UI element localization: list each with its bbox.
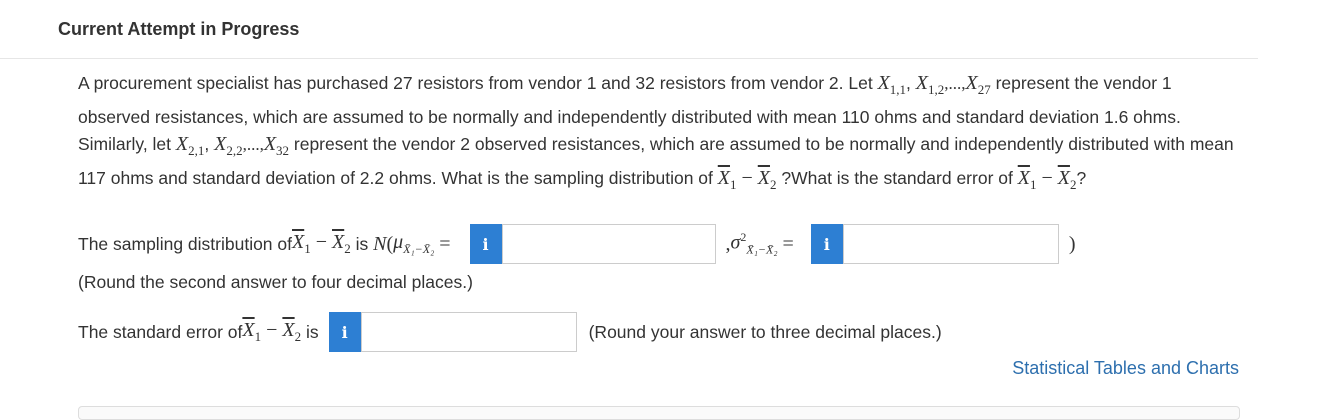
normal-symbol: N (373, 232, 387, 255)
standard-error-input[interactable] (360, 312, 577, 352)
question-text-part4: ?What is the standard error of (781, 167, 1018, 188)
rounding-note-2: (Round your answer to three decimal plac… (588, 321, 942, 342)
diff-expression: X1 − X2 (717, 166, 777, 192)
rounding-note-1: (Round the second answer to four decimal… (78, 272, 473, 292)
sampling-distribution-label: The sampling distribution of (78, 233, 292, 254)
diff-expression-row1: X1 − X2 (292, 231, 351, 256)
var-x22: X2,2 (214, 133, 243, 158)
info-icon[interactable]: i (810, 224, 843, 264)
mean-answer-input[interactable] (501, 224, 716, 264)
question-text: A procurement specialist has purchased 2… (78, 72, 1234, 192)
var-x127: X27 (965, 72, 991, 97)
var-x12: X1,2 (915, 72, 945, 97)
standard-error-row: The standard error of X1 − X2 is i (Roun… (78, 312, 942, 352)
info-icon[interactable]: i (469, 224, 502, 264)
attempt-header: Current Attempt in Progress (0, 0, 1258, 59)
question-text-part1: A procurement specialist has purchased 2… (78, 73, 878, 93)
var-x21: X2,1 (175, 133, 205, 158)
info-icon[interactable]: i (328, 312, 361, 352)
question-container: A procurement specialist has purchased 2… (78, 70, 1248, 198)
sampling-distribution-row: The sampling distribution of X1 − X2 is … (78, 224, 1075, 264)
diff-expression-2: X1 − X2 (1017, 166, 1077, 192)
statistical-tables-link[interactable]: Statistical Tables and Charts (1012, 358, 1239, 379)
standard-error-label: The standard error of (78, 321, 243, 342)
sigma-symbol: σ2X̄₁−X̄₂ (730, 230, 778, 257)
mu-symbol: μX̄₁−X̄₂ (393, 231, 435, 256)
attempt-title: Current Attempt in Progress (58, 19, 300, 39)
diff-expression-row2: X1 − X2 (242, 319, 302, 344)
var-x232: X32 (263, 133, 290, 158)
var-x11: X1,1 (877, 72, 907, 97)
next-section-card (78, 406, 1240, 420)
variance-answer-input[interactable] (842, 224, 1059, 264)
